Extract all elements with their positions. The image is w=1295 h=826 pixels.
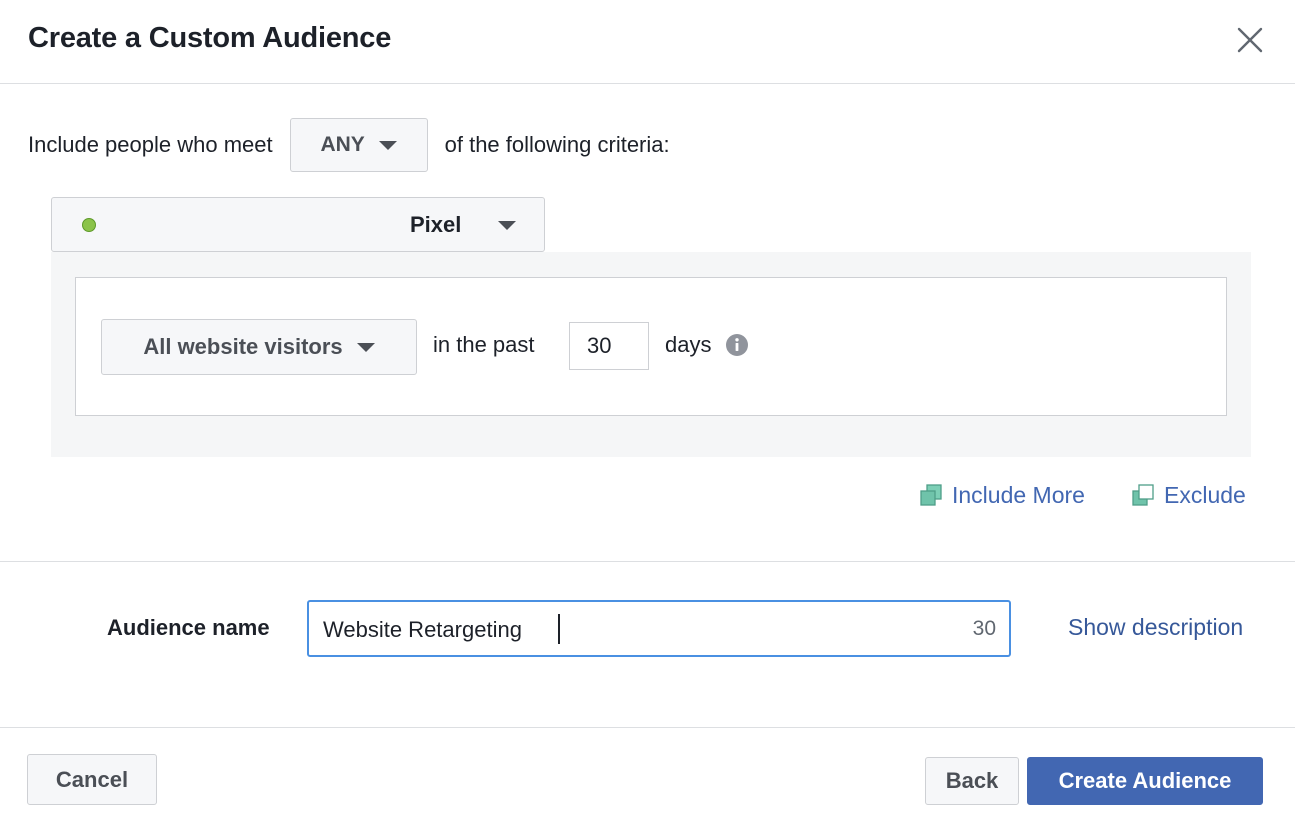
include-more-label: Include More: [952, 482, 1085, 508]
match-type-value: ANY: [320, 133, 365, 156]
pixel-dropdown[interactable]: Pixel: [51, 197, 545, 252]
close-icon: [1237, 27, 1263, 53]
audience-name-input[interactable]: Website Retargeting 30: [307, 600, 1011, 657]
info-icon[interactable]: [726, 334, 748, 356]
caret-down-icon: [356, 342, 375, 352]
exclude-label: Exclude: [1164, 482, 1246, 508]
dialog-header: Create a Custom Audience: [0, 0, 1295, 84]
pixel-label: Pixel: [410, 212, 462, 237]
create-audience-button[interactable]: Create Audience: [1027, 757, 1263, 805]
match-type-dropdown[interactable]: ANY: [289, 118, 428, 172]
exclude-link[interactable]: Exclude: [1130, 482, 1246, 509]
show-description-link[interactable]: Show description: [1068, 614, 1243, 641]
exclude-icon: [1132, 483, 1154, 506]
include-icon: [920, 483, 942, 506]
event-dropdown[interactable]: All website visitors: [101, 319, 417, 375]
divider: [0, 561, 1295, 562]
create-custom-audience-dialog: Create a Custom Audience Include people …: [0, 0, 1295, 826]
audience-name-label: Audience name: [107, 615, 270, 640]
cancel-button[interactable]: Cancel: [27, 754, 157, 805]
rule-box: All website visitors in the past 30 days: [75, 277, 1227, 416]
audience-name-value: Website Retargeting: [323, 617, 522, 642]
close-button[interactable]: [1232, 22, 1268, 58]
text-cursor: [558, 614, 560, 644]
retention-days-input[interactable]: 30: [569, 322, 649, 370]
event-value: All website visitors: [143, 334, 343, 359]
character-counter: 30: [972, 617, 996, 640]
pixel-status-dot: [82, 218, 96, 232]
rule-panel: All website visitors in the past 30 days: [51, 252, 1251, 457]
divider: [0, 727, 1295, 728]
days-label: days: [665, 332, 712, 357]
criteria-prefix: Include people who meet: [28, 132, 273, 157]
caret-down-icon: [378, 140, 397, 150]
back-button[interactable]: Back: [925, 757, 1019, 805]
include-more-link[interactable]: Include More: [918, 482, 1085, 509]
criteria-row: Include people who meet ANY of the follo…: [28, 117, 670, 173]
in-the-past-label: in the past: [433, 332, 535, 357]
dialog-title: Create a Custom Audience: [28, 22, 392, 54]
caret-down-icon: [498, 221, 516, 230]
criteria-suffix: of the following criteria:: [444, 132, 670, 157]
